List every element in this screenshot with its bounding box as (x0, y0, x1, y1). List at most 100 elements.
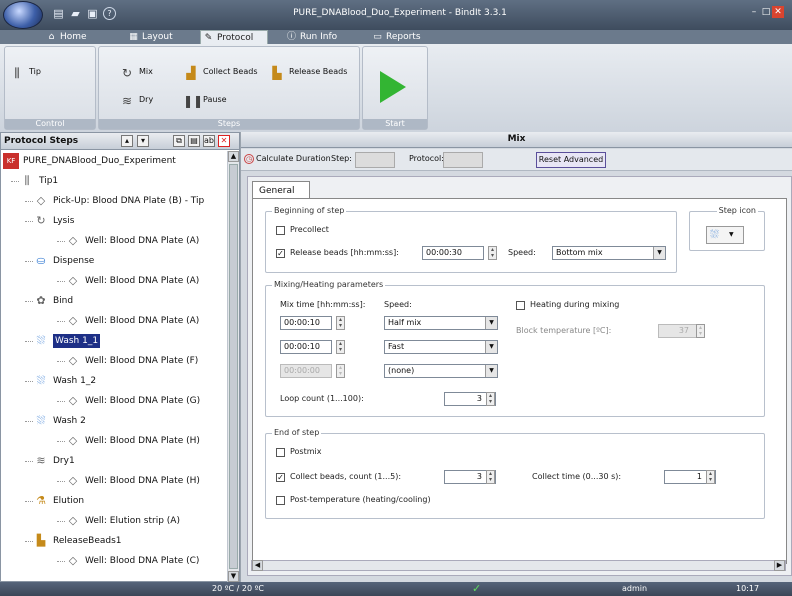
tree-step-item[interactable]: ⚗ Elution (1, 491, 227, 511)
editor-horizontal-scrollbar[interactable]: ◀ ▶ (251, 560, 786, 571)
tree-well-item[interactable]: ◇ Well: Blood DNA Plate (H) (1, 431, 227, 451)
tree-well-item[interactable]: ◇ Well: Blood DNA Plate (H) (1, 471, 227, 491)
save-icon[interactable]: ▣ (86, 7, 99, 20)
calculate-duration-button[interactable]: Calculate Duration (256, 154, 331, 163)
mix-speed-select-1[interactable]: Half mix ▼ (384, 316, 498, 330)
scroll-up-arrow[interactable]: ▲ (228, 151, 239, 162)
tree-item-label: PURE_DNABlood_Duo_Experiment (23, 156, 176, 166)
tree-item-label: Wash 2 (53, 416, 86, 426)
application-menu-button[interactable] (3, 1, 43, 29)
paste-icon[interactable]: ▤ (188, 135, 200, 147)
collect-beads-button[interactable]: ▟ Collect Beads (183, 65, 257, 81)
step-icon-group: Step icon ⛆ ▼ (689, 206, 765, 251)
ribbon-tabs: ⌂ Home ▦ Layout ✎ Protocol ⓘ Run Info ▭ Repor… (0, 30, 792, 44)
release-beads-checkbox[interactable]: ✓ (276, 249, 285, 258)
tab-run-info[interactable]: ⓘ Run Info (284, 30, 350, 44)
chevron-down-icon: ▼ (653, 247, 665, 259)
tree-step-item[interactable]: ↻ Lysis (1, 211, 227, 231)
collect-beads-count-spinner[interactable]: ▴ ▾ (486, 470, 495, 484)
scroll-left-arrow[interactable]: ◀ (252, 560, 263, 571)
tree-well-item[interactable]: ◇ Well: Elution strip (A) (1, 511, 227, 531)
tab-home[interactable]: ⌂ Home (44, 30, 104, 44)
move-down-button[interactable]: ▾ (137, 135, 149, 147)
tab-layout[interactable]: ▦ Layout (126, 30, 188, 44)
open-folder-icon[interactable]: ▰ (69, 7, 82, 20)
tip-button[interactable]: ⫼ Tip (9, 65, 41, 81)
tree-well-item[interactable]: ◇ Well: Blood DNA Plate (F) (1, 351, 227, 371)
mix-time-spinner-2[interactable]: ▴ ▾ (336, 340, 345, 354)
control-group: ⫼ Tip Control (4, 46, 96, 130)
tree-step-item[interactable]: ⛀ Dispense (1, 251, 227, 271)
tree-well-item[interactable]: ◇ Well: Blood DNA Plate (G) (1, 391, 227, 411)
close-button[interactable]: ✕ (772, 6, 784, 18)
tree-step-item[interactable]: ⛆ Wash 1_2 (1, 371, 227, 391)
ok-check-icon: ✓ (472, 582, 482, 595)
mix-time-spinner-1[interactable]: ▴ ▾ (336, 316, 345, 330)
start-play-icon[interactable] (380, 71, 406, 103)
new-file-icon[interactable]: ▤ (52, 7, 65, 20)
post-temperature-checkbox[interactable] (276, 496, 285, 505)
tip-comb-icon: ⫼ (14, 66, 20, 80)
heating-during-mixing-checkbox[interactable] (516, 301, 525, 310)
tree-well-item[interactable]: ◇ Well: Blood DNA Plate (A) (1, 271, 227, 291)
tree-well-item[interactable]: ◇ Well: Blood DNA Plate (C) (1, 551, 227, 571)
tree-connector (57, 241, 65, 242)
maximize-button[interactable]: □ (760, 6, 772, 18)
editor-title: Mix (241, 132, 792, 148)
scroll-thumb[interactable] (229, 164, 238, 569)
tree-step-item[interactable]: ⛆ Wash 1_1 (1, 331, 227, 351)
precollect-checkbox[interactable] (276, 226, 285, 235)
help-icon[interactable]: ? (103, 7, 116, 20)
mix-speed-select-2[interactable]: Fast ▼ (384, 340, 498, 354)
postmix-checkbox[interactable] (276, 448, 285, 457)
tree-step-item[interactable]: ✿ Bind (1, 291, 227, 311)
tree-item-label: Tip1 (39, 176, 59, 186)
tree-step-item[interactable]: ⛆ Wash 2 (1, 411, 227, 431)
release-beads-label: Release beads [hh:mm:ss]: (290, 248, 399, 257)
release-speed-select[interactable]: Bottom mix ▼ (552, 246, 666, 260)
tree-connector (25, 201, 33, 202)
end-of-step-group: End of step Postmix ✓ Collect beads, cou… (265, 428, 765, 519)
tab-general[interactable]: General (252, 181, 310, 199)
tree-connector (25, 221, 33, 222)
mix-time-spinner-3: ▴ ▾ (336, 364, 345, 378)
delete-icon[interactable]: ✕ (218, 135, 230, 147)
tab-protocol[interactable]: ✎ Protocol (200, 30, 268, 44)
mix-speed-select-3[interactable]: (none) ▼ (384, 364, 498, 378)
collect-beads-checkbox[interactable]: ✓ (276, 473, 285, 482)
release-beads-button[interactable]: ▙ Release Beads (269, 65, 347, 81)
scroll-right-arrow[interactable]: ▶ (774, 560, 785, 571)
dry-button[interactable]: ≋ Dry (119, 93, 153, 109)
tree-item-label: Well: Blood DNA Plate (A) (85, 316, 200, 326)
dispense-icon: ⛀ (36, 254, 46, 267)
mix-button[interactable]: ↻ Mix (119, 65, 153, 81)
rename-icon[interactable]: ab (203, 135, 215, 147)
scroll-down-arrow[interactable]: ▼ (228, 571, 239, 582)
mix-time-input-1[interactable]: 00:00:10 (280, 316, 332, 330)
plate-icon: ◇ (68, 314, 78, 327)
plate-icon: ◇ (68, 274, 78, 287)
editor-toolbar: ◷ Calculate Duration Step: Protocol: Res… (241, 149, 792, 171)
chevron-down-icon: ▼ (485, 317, 497, 329)
release-beads-time-input[interactable]: 00:00:30 (422, 246, 484, 260)
tree-well-item[interactable]: ◇ Well: Blood DNA Plate (A) (1, 231, 227, 251)
tree-well-item[interactable]: ◇ Well: Blood DNA Plate (A) (1, 311, 227, 331)
collect-time-spinner[interactable]: ▴ ▾ (706, 470, 715, 484)
tree-scrollbar[interactable]: ▲ ▼ (227, 151, 239, 583)
step-icon-picker[interactable]: ⛆ ▼ (706, 226, 744, 244)
tree-item-label: Well: Elution strip (A) (85, 516, 180, 526)
release-time-spinner[interactable]: ▴ ▾ (488, 246, 497, 260)
pause-button[interactable]: ❚❚ Pause (183, 93, 227, 109)
tree-step-item[interactable]: KF PURE_DNABlood_Duo_Experiment (1, 151, 227, 171)
tree-step-item[interactable]: ◇ Pick-Up: Blood DNA Plate (B) - Tip (1, 191, 227, 211)
tree-step-item[interactable]: ⫼ Tip1 (1, 171, 227, 191)
tab-reports[interactable]: ▭ Reports (370, 30, 432, 44)
minimize-button[interactable]: – (748, 6, 760, 18)
copy-icon[interactable]: ⧉ (173, 135, 185, 147)
loop-count-spinner[interactable]: ▴ ▾ (486, 392, 495, 406)
move-up-button[interactable]: ▴ (121, 135, 133, 147)
mix-time-input-2[interactable]: 00:00:10 (280, 340, 332, 354)
reset-advanced-button[interactable]: Reset Advanced (536, 152, 606, 168)
tree-step-item[interactable]: ≋ Dry1 (1, 451, 227, 471)
tree-step-item[interactable]: ▙ ReleaseBeads1 (1, 531, 227, 551)
